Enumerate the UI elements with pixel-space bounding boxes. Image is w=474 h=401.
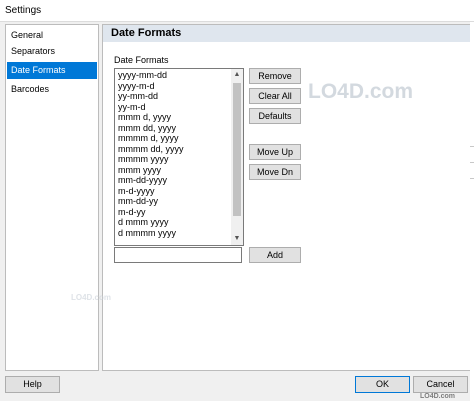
new-format-input[interactable] <box>114 247 242 263</box>
window-title: Settings <box>5 5 42 16</box>
list-item[interactable]: mm-dd-yy <box>118 196 184 207</box>
move-down-button[interactable]: Move Dn <box>249 164 301 180</box>
list-item[interactable]: yyyy-m-d <box>118 81 184 92</box>
sidebar-item-general[interactable]: General <box>7 27 97 44</box>
date-formats-list[interactable]: yyyy-mm-dd yyyy-m-d yy-mm-dd yy-m-d mmm d, y… <box>114 68 244 246</box>
cancel-button[interactable]: Cancel <box>413 376 468 393</box>
help-button[interactable]: Help <box>5 376 60 393</box>
remove-button[interactable]: Remove <box>249 68 301 84</box>
date-formats-label: Date Formats <box>114 55 169 65</box>
list-item[interactable]: yy-m-d <box>118 102 184 113</box>
scroll-up-arrow-icon[interactable]: ▲ <box>231 69 243 81</box>
list-item[interactable]: yy-mm-dd <box>118 91 184 102</box>
edge-tick <box>470 178 474 179</box>
list-item[interactable]: mmm d, yyyy <box>118 112 184 123</box>
list-item[interactable]: mmm yyyy <box>118 165 184 176</box>
move-up-button[interactable]: Move Up <box>249 144 301 160</box>
title-bar: Settings <box>0 0 474 22</box>
sidebar-item-separators[interactable]: Separators <box>7 43 97 60</box>
sidebar-item-barcodes[interactable]: Barcodes <box>7 81 97 98</box>
list-item[interactable]: mmmm dd, yyyy <box>118 144 184 155</box>
edge-tick <box>470 146 474 147</box>
ok-button[interactable]: OK <box>355 376 410 393</box>
add-button[interactable]: Add <box>249 247 301 263</box>
edge-tick <box>470 162 474 163</box>
date-formats-panel: Date Formats Date Formats yyyy-mm-dd yyyy… <box>102 24 471 371</box>
title-divider <box>0 21 474 22</box>
list-rows: yyyy-mm-dd yyyy-m-d yy-mm-dd yy-m-d mmm d, y… <box>118 70 184 238</box>
list-item[interactable]: mmmm yyyy <box>118 154 184 165</box>
sidebar-item-date-formats[interactable]: Date Formats <box>7 62 97 79</box>
watermark-bottom: LO4D.com <box>420 393 456 400</box>
list-item[interactable]: d mmmm yyyy <box>118 228 184 239</box>
list-item[interactable]: d mmm yyyy <box>118 217 184 228</box>
defaults-button[interactable]: Defaults <box>249 108 301 124</box>
list-item[interactable]: mm-dd-yyyy <box>118 175 184 186</box>
scroll-thumb[interactable] <box>233 83 241 216</box>
watermark-small: LO4D.com <box>71 293 112 302</box>
list-item[interactable]: m-d-yy <box>118 207 184 218</box>
list-item[interactable]: mmmm d, yyyy <box>118 133 184 144</box>
list-scrollbar[interactable]: ▲ ▼ <box>231 69 243 245</box>
panel-header: Date Formats <box>103 25 470 42</box>
settings-nav: General Separators Date Formats Barcodes <box>5 24 99 371</box>
scroll-down-arrow-icon[interactable]: ▼ <box>231 233 243 245</box>
list-item[interactable]: yyyy-mm-dd <box>118 70 184 81</box>
watermark-logo: LO4D.com <box>308 80 414 103</box>
list-item[interactable]: mmm dd, yyyy <box>118 123 184 134</box>
window-right-edge <box>470 22 474 401</box>
list-item[interactable]: m-d-yyyy <box>118 186 184 197</box>
clear-all-button[interactable]: Clear All <box>249 88 301 104</box>
